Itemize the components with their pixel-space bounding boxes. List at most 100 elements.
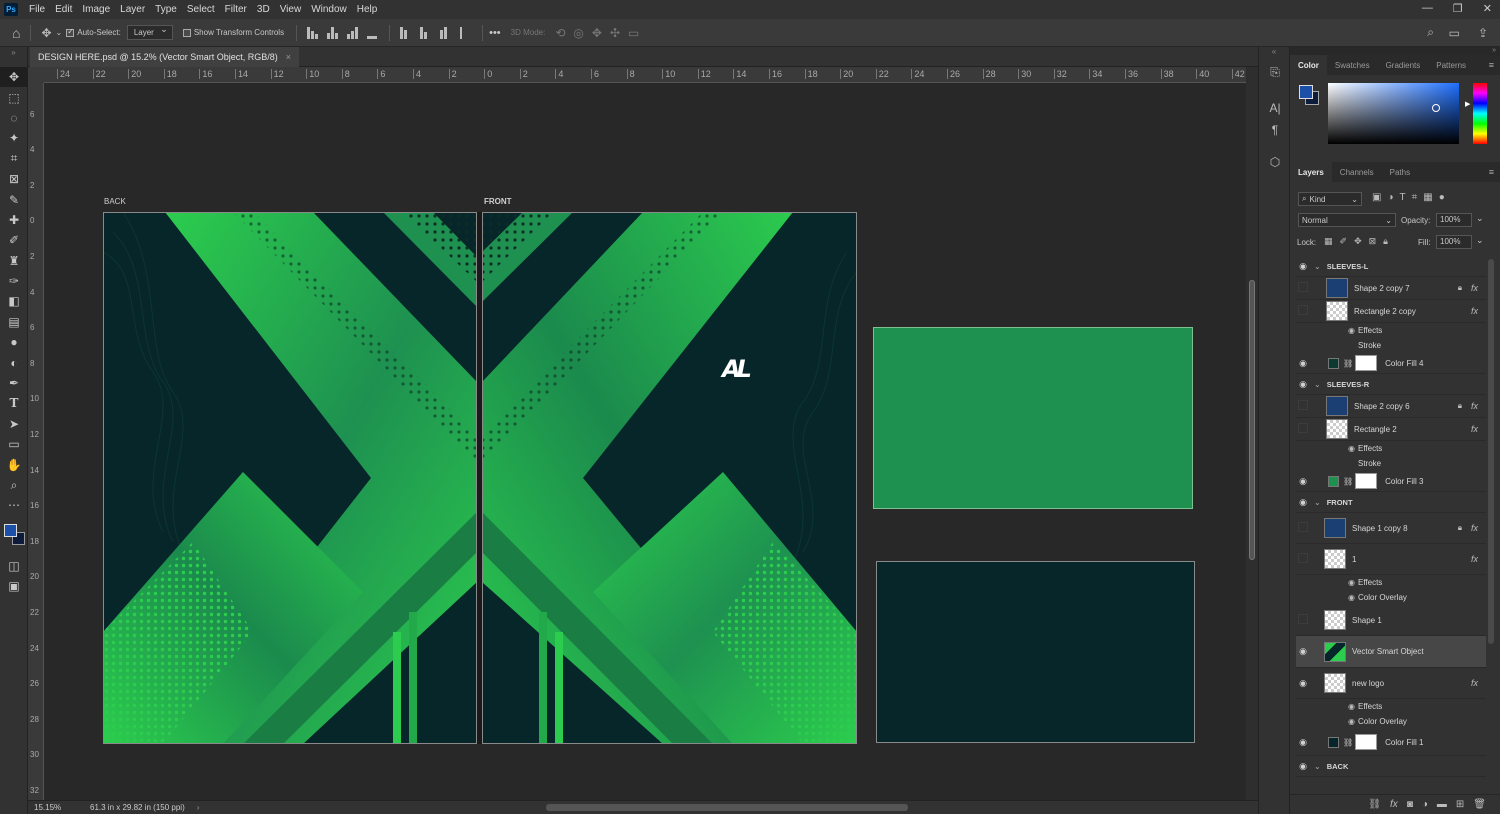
- visibility-toggle[interactable]: [1296, 522, 1310, 534]
- frame-tool-icon[interactable]: ⊠: [0, 169, 28, 189]
- fx-icon[interactable]: fx: [1471, 678, 1478, 688]
- chevron-down-icon[interactable]: ⌄: [1314, 380, 1321, 389]
- 3d-panel-icon[interactable]: ⬡: [1259, 151, 1291, 173]
- slide-3d-icon[interactable]: ✣: [610, 26, 620, 40]
- back-artboard-label[interactable]: BACK: [104, 197, 126, 206]
- type-tool-icon[interactable]: T: [0, 393, 28, 413]
- home-icon[interactable]: ⌂: [12, 25, 20, 41]
- layers-panel-menu-icon[interactable]: ≡: [1489, 167, 1494, 177]
- close-tab-icon[interactable]: ×: [286, 52, 291, 62]
- horizontal-ruler[interactable]: 24 22 20 18 16 14 12 10 8 6 4 2 0 2 4 6 8 10 12 14 16 18 20 22 2…: [44, 67, 1246, 83]
- layer-item[interactable]: ◉ new logo fx: [1296, 668, 1486, 699]
- layer-mask-thumbnail[interactable]: [1355, 734, 1378, 750]
- layer-effect-row[interactable]: Stroke: [1296, 456, 1486, 471]
- lock-position-icon[interactable]: ✥: [1354, 236, 1362, 247]
- menu-window[interactable]: Window: [306, 4, 352, 15]
- layer-effect-row[interactable]: ◉ Effects: [1296, 699, 1486, 714]
- eye-icon[interactable]: ◉: [1296, 737, 1310, 748]
- vertical-ruler[interactable]: 864202468101214161820222426283032: [28, 83, 44, 800]
- workspace-icon[interactable]: ▭: [1449, 26, 1460, 40]
- filter-adjustment-icon[interactable]: ◑: [1387, 192, 1393, 203]
- lock-artboard-icon[interactable]: ⊠: [1369, 236, 1377, 247]
- color-panel-menu-icon[interactable]: ≡: [1489, 60, 1494, 70]
- character-panel-icon[interactable]: A|: [1259, 97, 1291, 119]
- layer-filter-dropdown[interactable]: ⌕ Kind ⌄: [1298, 192, 1362, 206]
- align-center-icon[interactable]: [327, 26, 339, 39]
- layer-effect-row[interactable]: ◉ Effects: [1296, 323, 1486, 338]
- layer-effect-row[interactable]: ◉ Effects: [1296, 575, 1486, 590]
- fill-color-swatch[interactable]: [1328, 357, 1339, 369]
- jersey-artwork[interactable]: [103, 212, 857, 744]
- opacity-input[interactable]: 100%: [1436, 213, 1472, 227]
- hue-slider-marker-icon[interactable]: ▶: [1465, 100, 1470, 108]
- layer-effect-row[interactable]: ◉ Color Overlay: [1296, 714, 1486, 729]
- color-field[interactable]: [1328, 83, 1459, 144]
- layer-effect-row[interactable]: ◉ Color Overlay: [1296, 590, 1486, 605]
- eye-icon[interactable]: ◉: [1296, 261, 1310, 272]
- roll-3d-icon[interactable]: ◎: [573, 26, 583, 40]
- distribute-icon[interactable]: [367, 27, 379, 39]
- align-right-icon[interactable]: [347, 26, 359, 39]
- align-middle-icon[interactable]: [420, 26, 432, 39]
- layer-fill[interactable]: ◉ ⛓ Color Fill 3: [1296, 471, 1486, 492]
- layer-effect-row[interactable]: ◉ Effects: [1296, 441, 1486, 456]
- lock-transparent-icon[interactable]: ▦: [1324, 236, 1333, 247]
- menu-image[interactable]: Image: [77, 4, 115, 15]
- gradient-tool-icon[interactable]: ▤: [0, 312, 28, 332]
- filter-shape-icon[interactable]: ⌗: [1412, 192, 1418, 203]
- menu-type[interactable]: Type: [150, 4, 182, 15]
- screen-mode-icon[interactable]: ▣: [0, 576, 28, 596]
- chain-link-icon[interactable]: ⛓: [1343, 477, 1353, 486]
- chevron-down-icon[interactable]: ⌄: [1314, 762, 1321, 771]
- history-brush-tool-icon[interactable]: ✑: [0, 271, 28, 291]
- filter-toggle-icon[interactable]: ●: [1439, 192, 1445, 203]
- zoom-tool-icon[interactable]: ⌕: [0, 475, 28, 495]
- menu-edit[interactable]: Edit: [50, 4, 77, 15]
- eye-icon[interactable]: ◉: [1296, 476, 1310, 487]
- layer-thumbnail[interactable]: [1326, 278, 1348, 298]
- layer-item[interactable]: Shape 2 copy 7 🔒︎ fx: [1296, 277, 1486, 300]
- path-selection-tool-icon[interactable]: ➤: [0, 414, 28, 434]
- fill-color-swatch[interactable]: [1328, 736, 1339, 748]
- menu-3d[interactable]: 3D: [252, 4, 275, 15]
- layer-item[interactable]: Rectangle 2 copy fx: [1296, 300, 1486, 323]
- align-top-icon[interactable]: [400, 26, 412, 39]
- vertical-scroll-thumb[interactable]: [1249, 280, 1255, 560]
- menu-help[interactable]: Help: [352, 4, 383, 15]
- layer-item[interactable]: Rectangle 2 fx: [1296, 418, 1486, 441]
- auto-select-checkbox[interactable]: [66, 27, 75, 37]
- tab-gradients[interactable]: Gradients: [1378, 55, 1429, 75]
- document-tab[interactable]: DESIGN HERE.psd @ 15.2% (Vector Smart Ob…: [30, 47, 299, 67]
- hue-slider[interactable]: [1473, 83, 1487, 144]
- distribute-vertical-icon[interactable]: [460, 26, 472, 39]
- more-tools-icon[interactable]: ⋯: [0, 495, 28, 515]
- layer-thumbnail[interactable]: [1324, 549, 1346, 569]
- link-icon[interactable]: ⛓: [1368, 799, 1381, 810]
- dodge-tool-icon[interactable]: ◐: [0, 352, 28, 372]
- panel-collapse-icon[interactable]: »: [1290, 47, 1500, 55]
- menu-layer[interactable]: Layer: [115, 4, 150, 15]
- align-left-icon[interactable]: [307, 26, 319, 39]
- chevron-down-icon[interactable]: ⌄: [1314, 498, 1321, 507]
- paragraph-panel-icon[interactable]: ¶: [1259, 119, 1291, 141]
- new-layer-icon[interactable]: ⊞: [1456, 799, 1464, 810]
- trash-icon[interactable]: 🗑︎: [1473, 799, 1486, 810]
- fill-input[interactable]: 100%: [1436, 235, 1472, 249]
- layer-thumbnail[interactable]: [1326, 396, 1348, 416]
- chevron-down-icon[interactable]: ⌄: [1476, 235, 1484, 246]
- front-logo[interactable]: AL: [722, 355, 752, 383]
- strip-collapse-icon[interactable]: «: [1259, 47, 1289, 61]
- lasso-tool-icon[interactable]: ◌: [0, 108, 28, 128]
- visibility-toggle[interactable]: [1296, 400, 1310, 412]
- document-info[interactable]: 61.3 in x 29.82 in (150 ppi): [90, 803, 185, 812]
- visibility-toggle[interactable]: [1296, 305, 1310, 317]
- rectangle-tool-icon[interactable]: ▭: [0, 434, 28, 454]
- fx-icon[interactable]: fx: [1471, 401, 1478, 411]
- move-tool-icon[interactable]: ✥: [0, 67, 28, 88]
- eye-icon[interactable]: ◉: [1296, 379, 1310, 390]
- layer-selected[interactable]: ◉ Vector Smart Object: [1296, 636, 1486, 668]
- chevron-down-icon[interactable]: ⌄: [1314, 262, 1321, 271]
- eye-icon[interactable]: ◉: [1348, 578, 1355, 587]
- vertical-scrollbar[interactable]: [1246, 67, 1258, 800]
- pan-3d-icon[interactable]: ✥: [592, 26, 602, 40]
